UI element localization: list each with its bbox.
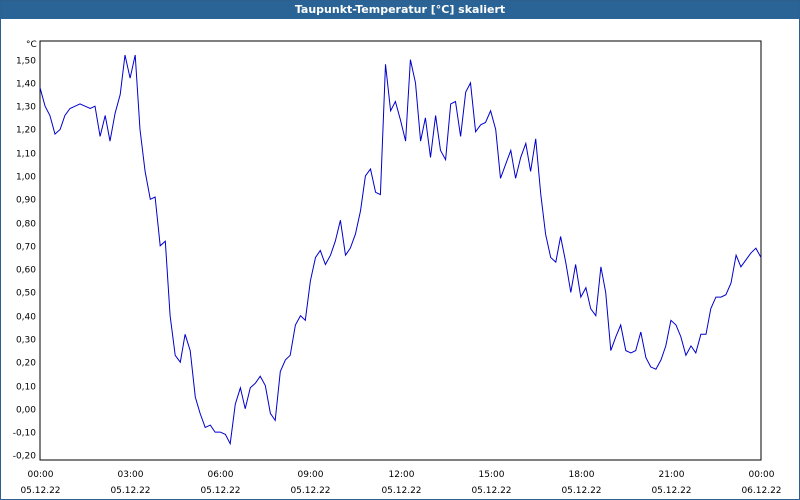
x-tick-date-label: 05.12.22 — [200, 486, 240, 496]
x-tick-time-label: 09:00 — [298, 470, 324, 480]
plot-area — [39, 40, 762, 461]
y-tick-label: 1,00 — [16, 173, 36, 183]
y-tick-label: 0,70 — [16, 243, 36, 253]
y-tick-label: -0,20 — [13, 452, 37, 462]
y-tick-label: 0,90 — [16, 196, 36, 206]
x-tick-time-label: 12:00 — [389, 470, 415, 480]
y-tick-label: 0,60 — [16, 266, 36, 276]
x-tick-time-label: 00:00 — [749, 470, 775, 480]
y-tick-label: 0,00 — [16, 406, 36, 416]
x-tick-time-label: 15:00 — [479, 470, 505, 480]
y-tick-label: 1,30 — [16, 103, 36, 113]
chart-svg: -0,20 -0,10 0,00 0,10 0,20 0,30 0,40 0,50 0,60 0,… — [13, 40, 782, 496]
x-tick-time-label: 00:00 — [28, 470, 54, 480]
y-tick-label: 1,40 — [16, 80, 36, 90]
y-tick-label: 0,40 — [16, 313, 36, 323]
y-tick-label: -0,10 — [13, 429, 37, 439]
x-tick-time-label: 21:00 — [659, 470, 685, 480]
y-tick-label: 1,10 — [16, 150, 36, 160]
y-axis-unit-label: °C — [26, 40, 37, 50]
x-tick-time-label: 18:00 — [569, 470, 595, 480]
y-tick-label: 0,10 — [16, 383, 36, 393]
x-tick-date-label: 05.12.22 — [290, 486, 330, 496]
x-tick-date-label: 06.12.22 — [741, 486, 781, 496]
y-tick-label: 0,20 — [16, 359, 36, 369]
x-tick-date-label: 05.12.22 — [471, 486, 511, 496]
x-tick-date-label: 05.12.22 — [20, 486, 60, 496]
y-tick-label: 0,30 — [16, 336, 36, 346]
x-tick-time-label: 03:00 — [118, 470, 144, 480]
x-tick-date-label: 05.12.22 — [651, 486, 691, 496]
y-tick-label: 1,20 — [16, 126, 36, 136]
y-tick-label: 1,50 — [16, 57, 36, 67]
y-tick-label: 0,50 — [16, 289, 36, 299]
x-tick-date-label: 05.12.22 — [381, 486, 421, 496]
x-tick-date-label: 05.12.22 — [110, 486, 150, 496]
x-tick-time-label: 06:00 — [208, 470, 234, 480]
y-tick-label: 0,80 — [16, 220, 36, 230]
x-tick-date-label: 05.12.22 — [561, 486, 601, 496]
